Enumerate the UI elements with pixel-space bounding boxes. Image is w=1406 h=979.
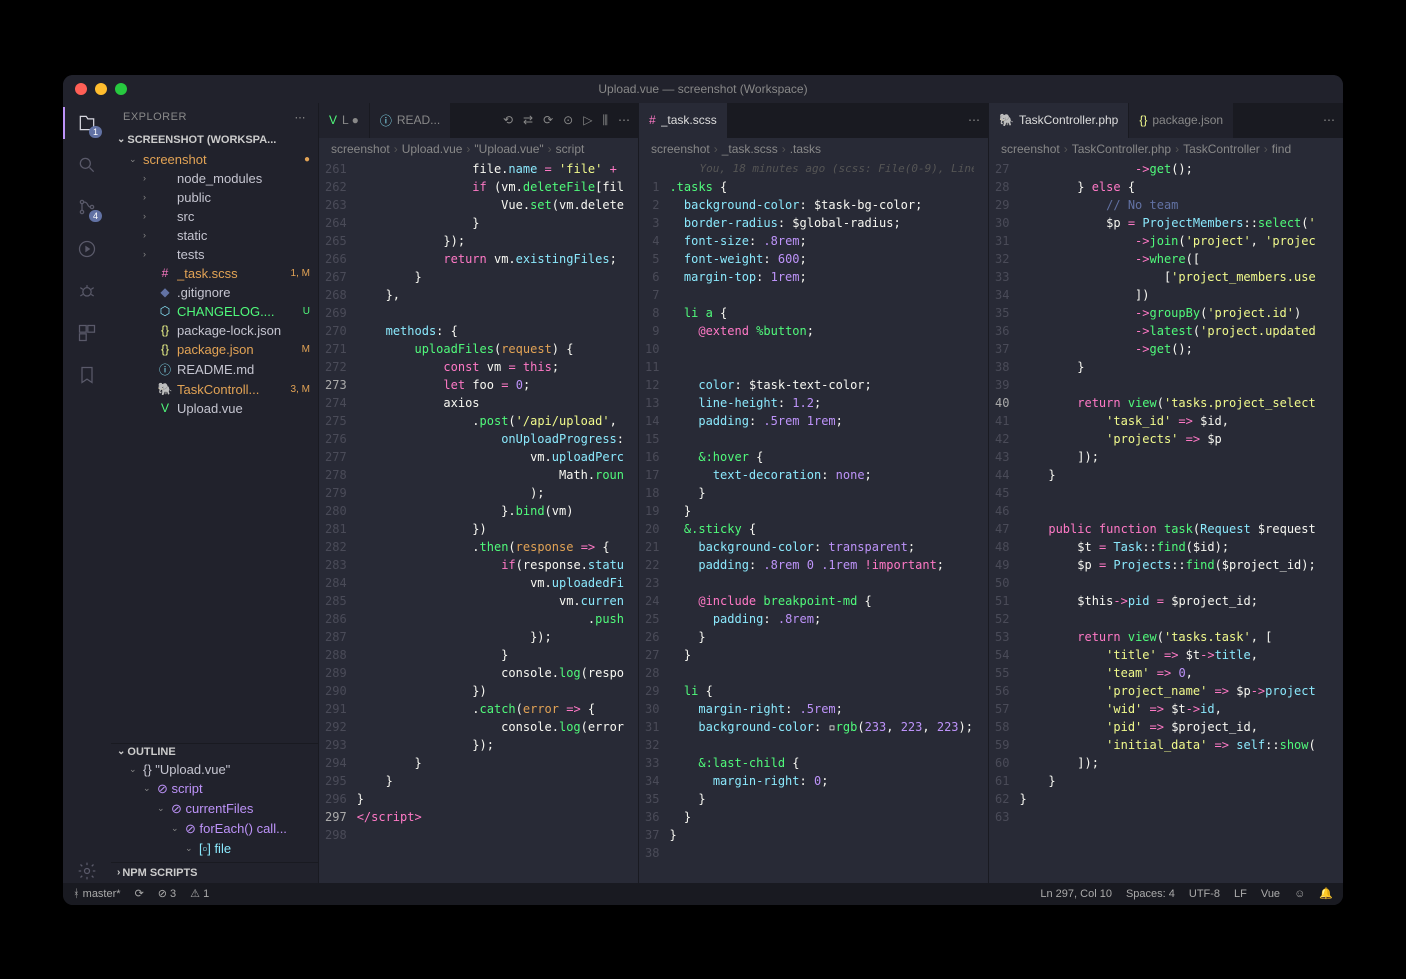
editor-pane: 🐘TaskController.php{}package.json ⋯ screen…: [989, 103, 1343, 883]
tab-action-icon[interactable]: ⋯: [618, 113, 630, 127]
warnings-count[interactable]: ⚠ 1: [190, 887, 209, 900]
tab-action-icon[interactable]: ⫼: [602, 113, 608, 128]
editor-group: VL ●ⓘREAD... ⟲ ⇄ ⟳ ⊙ ▷ ⫼ ⋯ screenshot › Upload.v…: [319, 103, 1343, 883]
language-mode[interactable]: Vue: [1261, 888, 1280, 900]
breadcrumb[interactable]: screenshot › _task.scss › .tasks: [639, 138, 988, 160]
notifications-icon[interactable]: 🔔: [1319, 887, 1333, 900]
folder-item[interactable]: ›node_modules: [111, 169, 318, 188]
cursor-position[interactable]: Ln 297, Col 10: [1040, 888, 1112, 900]
outline-item[interactable]: ⌄⊘ forEach() call...: [111, 819, 318, 839]
editor-tab[interactable]: {}package.json: [1129, 103, 1234, 138]
git-branch[interactable]: ᚼ master*: [73, 888, 121, 900]
sidebar: EXPLORER⋯ ⌄SCREENSHOT (WORKSPA... ⌄scree…: [111, 103, 319, 883]
minimap[interactable]: [1329, 160, 1343, 883]
indentation[interactable]: Spaces: 4: [1126, 888, 1175, 900]
file-item[interactable]: 🐘TaskControll...3, M: [111, 380, 318, 399]
file-item[interactable]: #_task.scss1, M: [111, 264, 318, 283]
npm-scripts-header[interactable]: ›NPM SCRIPTS: [111, 862, 318, 883]
eol[interactable]: LF: [1234, 888, 1247, 900]
editor-tab[interactable]: #_task.scss: [639, 103, 728, 138]
file-item[interactable]: ⬡CHANGELOG....U: [111, 302, 318, 321]
window-title: Upload.vue — screenshot (Workspace): [63, 82, 1343, 96]
workspace-header[interactable]: ⌄SCREENSHOT (WORKSPA...: [111, 132, 318, 148]
status-bar: ᚼ master* ⟳ ⊘ 3 ⚠ 1 Ln 297, Col 10 Space…: [63, 883, 1343, 905]
traffic-lights: [63, 83, 127, 95]
sync-icon[interactable]: ⟳: [135, 887, 144, 900]
editor-tab[interactable]: VL ●: [319, 103, 370, 138]
file-item[interactable]: ◆.gitignore: [111, 283, 318, 302]
minimap[interactable]: [974, 160, 988, 883]
extensions-icon[interactable]: [75, 321, 99, 345]
close-window[interactable]: [75, 83, 87, 95]
tab-bar: #_task.scss ⋯: [639, 103, 988, 138]
sidebar-title: EXPLORER⋯: [111, 103, 318, 132]
tab-action-icon[interactable]: ⋯: [968, 113, 980, 127]
feedback-icon[interactable]: ☺: [1294, 888, 1305, 900]
tab-actions: ⋯: [1315, 103, 1343, 138]
source-control-icon[interactable]: 4: [75, 195, 99, 219]
outline-header[interactable]: ⌄OUTLINE: [111, 744, 318, 760]
errors-count[interactable]: ⊘ 3: [158, 887, 176, 900]
outline-panel: ⌄OUTLINE ⌄{} "Upload.vue"⌄⊘ script⌄⊘ cur…: [111, 743, 318, 862]
file-item[interactable]: {}package-lock.json: [111, 321, 318, 340]
editor-pane: #_task.scss ⋯ screenshot › _task.scss › .t…: [639, 103, 989, 883]
folder-item[interactable]: ›tests: [111, 245, 318, 264]
folder-item[interactable]: ›public: [111, 188, 318, 207]
bug-icon[interactable]: [75, 279, 99, 303]
debug-icon[interactable]: [75, 237, 99, 261]
tab-action-icon[interactable]: ⟳: [543, 113, 553, 127]
file-tree: ⌄screenshot● ›node_modules›public›src›st…: [111, 148, 318, 743]
file-item[interactable]: VUpload.vue: [111, 399, 318, 418]
tab-action-icon[interactable]: ⇄: [523, 113, 533, 127]
sidebar-more-icon[interactable]: ⋯: [295, 111, 307, 124]
activity-bar: 1 4: [63, 103, 111, 883]
minimap[interactable]: [624, 160, 638, 883]
folder-item[interactable]: ›static: [111, 226, 318, 245]
settings-icon[interactable]: [75, 859, 99, 883]
tab-actions: ⟲ ⇄ ⟳ ⊙ ▷ ⫼ ⋯: [495, 103, 638, 138]
code-editor[interactable]: 1234567891011121314151617181920212223242…: [639, 160, 988, 883]
tab-action-icon[interactable]: ⋯: [1323, 113, 1335, 127]
tab-action-icon[interactable]: ⟲: [503, 113, 513, 127]
folder-item[interactable]: ›src: [111, 207, 318, 226]
outline-item[interactable]: ⌄[▫] file: [111, 839, 318, 858]
tab-action-icon[interactable]: ▷: [583, 113, 592, 127]
tab-action-icon[interactable]: ⊙: [563, 113, 573, 127]
tab-bar: 🐘TaskController.php{}package.json ⋯: [989, 103, 1343, 138]
breadcrumb[interactable]: screenshot › Upload.vue › "Upload.vue" ›…: [319, 138, 638, 160]
app-window: Upload.vue — screenshot (Workspace) 1 4: [63, 75, 1343, 905]
outline-item[interactable]: ⌄⊘ currentFiles: [111, 799, 318, 819]
outline-item[interactable]: ⌄{} "Upload.vue": [111, 760, 318, 779]
tab-actions: ⋯: [960, 103, 988, 138]
code-editor[interactable]: 2728293031323334353637383940414243444546…: [989, 160, 1343, 883]
root-folder[interactable]: ⌄screenshot●: [111, 150, 318, 169]
explorer-icon[interactable]: 1: [75, 111, 99, 135]
scm-badge: 4: [89, 210, 102, 222]
encoding[interactable]: UTF-8: [1189, 888, 1220, 900]
explorer-badge: 1: [89, 126, 102, 138]
minimize-window[interactable]: [95, 83, 107, 95]
titlebar: Upload.vue — screenshot (Workspace): [63, 75, 1343, 103]
code-editor[interactable]: 2612622632642652662672682692702712722732…: [319, 160, 638, 883]
tab-bar: VL ●ⓘREAD... ⟲ ⇄ ⟳ ⊙ ▷ ⫼ ⋯: [319, 103, 638, 138]
zoom-window[interactable]: [115, 83, 127, 95]
editor-tab[interactable]: ⓘREAD...: [370, 103, 451, 138]
bookmark-icon[interactable]: [75, 363, 99, 387]
file-item[interactable]: {}package.jsonM: [111, 340, 318, 359]
breadcrumb[interactable]: screenshot › TaskController.php › TaskCo…: [989, 138, 1343, 160]
editor-tab[interactable]: 🐘TaskController.php: [989, 103, 1129, 138]
editor-pane: VL ●ⓘREAD... ⟲ ⇄ ⟳ ⊙ ▷ ⫼ ⋯ screenshot › Upload.v…: [319, 103, 639, 883]
outline-item[interactable]: ⌄⊘ script: [111, 779, 318, 799]
search-icon[interactable]: [75, 153, 99, 177]
file-item[interactable]: ⓘREADME.md: [111, 359, 318, 380]
